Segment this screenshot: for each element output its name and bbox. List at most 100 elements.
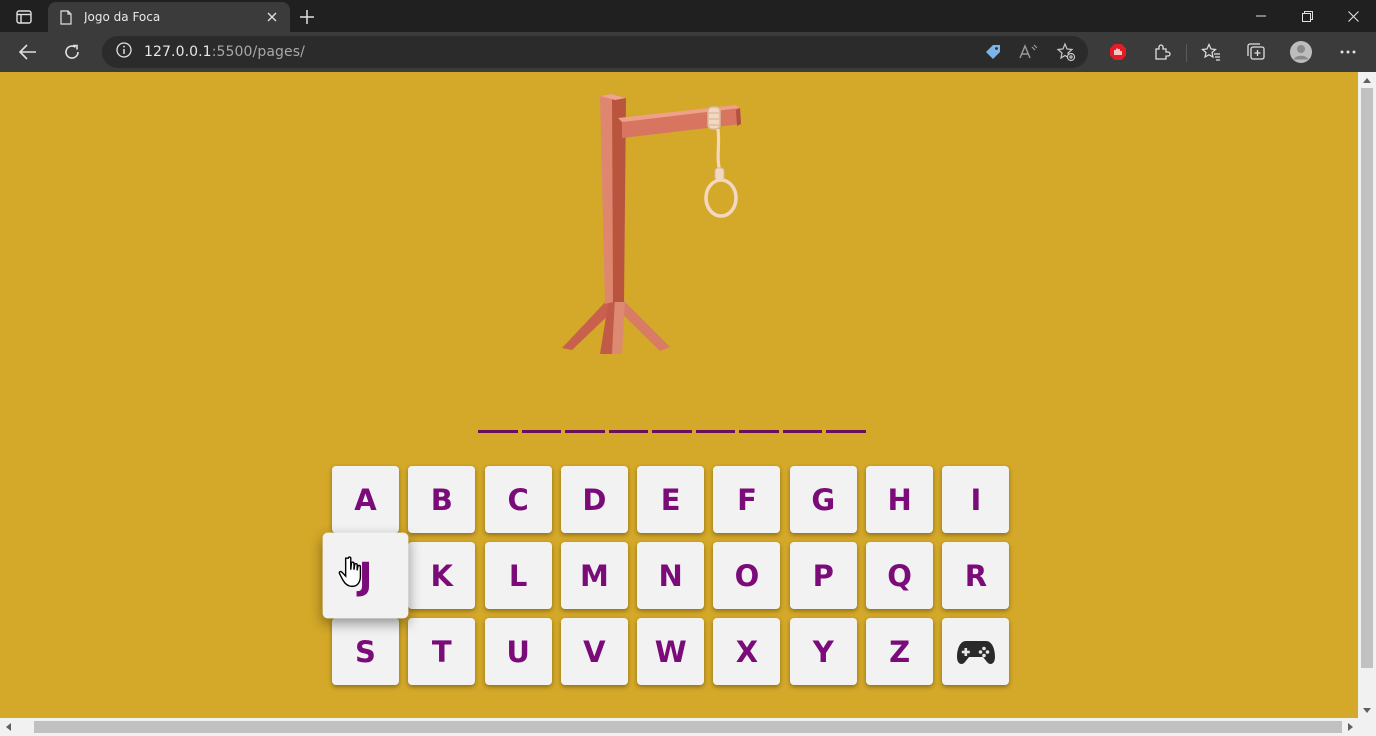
gallows-image [562,94,741,354]
key-label: R [964,558,988,593]
site-info-icon[interactable] [116,42,132,62]
favorites-icon[interactable] [1196,38,1226,66]
key-label: Z [889,634,911,669]
key-e[interactable]: E [637,466,705,533]
horizontal-scroll-thumb[interactable] [34,721,1342,733]
restore-icon[interactable] [1284,0,1330,32]
close-window-icon[interactable] [1330,0,1376,32]
key-label: F [737,482,757,517]
key-v[interactable]: V [560,618,628,685]
key-k[interactable]: K [408,542,476,609]
key-c[interactable]: C [484,466,552,533]
key-label: Q [887,558,912,593]
profile-avatar[interactable] [1286,38,1316,66]
letter-slot [695,430,735,433]
tab-actions-icon[interactable] [10,6,38,28]
key-label: A [354,482,377,517]
vertical-scrollbar[interactable] [1358,72,1376,718]
key-q[interactable]: Q [866,542,934,609]
collections-icon[interactable] [1241,38,1271,66]
gamepad-icon [956,640,995,664]
key-label: M [579,558,609,593]
key-w[interactable]: W [637,618,705,685]
key-r[interactable]: R [942,542,1010,609]
key-label: N [658,558,683,593]
browser-tab[interactable]: Jogo da Foca [48,2,290,32]
key-y[interactable]: Y [789,618,857,685]
letter-slot [739,430,779,433]
key-label: O [734,558,760,593]
key-l[interactable]: L [484,542,552,609]
key-s[interactable]: S [332,618,399,685]
key-j[interactable]: J [322,532,409,619]
key-g[interactable]: G [789,466,857,533]
key-label: G [811,482,836,517]
game-page: A B C D E F G H I JK L M N O P Q R S T U V W X Y Z [0,72,1358,718]
key-i[interactable]: I [942,466,1010,533]
new-game-button[interactable] [942,618,1010,685]
key-t[interactable]: T [408,618,476,685]
key-label: L [508,558,528,593]
extensions-icon[interactable] [1147,38,1177,66]
scroll-up-icon[interactable] [1359,72,1375,88]
horizontal-scrollbar[interactable] [0,718,1376,736]
key-o[interactable]: O [713,542,781,609]
scroll-right-icon[interactable] [1342,719,1358,735]
back-icon[interactable] [13,38,43,66]
browser-tab-strip: Jogo da Foca [0,0,1376,32]
letter-keyboard: A B C D E F G H I JK L M N O P Q R S T U V W X Y Z [322,466,1010,685]
key-label: E [660,482,681,517]
tab-title: Jogo da Foca [84,10,161,24]
key-label: U [506,634,530,669]
key-p[interactable]: P [789,542,857,609]
url-text: 127.0.0.1:5500/pages/ [144,44,305,60]
key-d[interactable]: D [560,466,628,533]
shopping-tag-icon[interactable] [978,38,1008,66]
minimize-icon[interactable] [1238,0,1284,32]
key-n[interactable]: N [637,542,705,609]
key-label: W [654,634,687,669]
key-f[interactable]: F [713,466,781,533]
letter-slot [826,430,866,433]
key-m[interactable]: M [560,542,628,609]
key-label: V [583,634,606,669]
letter-slot [565,430,605,433]
url-host: 127.0.0.1 [144,44,212,60]
close-tab-icon[interactable] [264,9,280,25]
vertical-scroll-thumb[interactable] [1361,88,1373,668]
key-label: B [430,482,453,517]
scroll-left-icon[interactable] [0,719,16,735]
scroll-down-icon[interactable] [1359,702,1375,718]
page-icon [58,9,74,25]
key-b[interactable]: B [408,466,476,533]
key-label: I [970,482,982,517]
letter-slot [608,430,648,433]
key-label: H [887,482,912,517]
hidden-word [478,430,866,433]
more-menu-icon[interactable] [1333,38,1363,66]
key-label: X [735,634,759,669]
add-favorite-icon[interactable] [1051,38,1081,66]
key-u[interactable]: U [484,618,552,685]
adblock-extension-icon[interactable] [1103,38,1133,66]
letter-slot [478,430,518,433]
letter-slot [782,430,822,433]
key-h[interactable]: H [866,466,934,533]
address-bar[interactable]: 127.0.0.1:5500/pages/ [102,36,1088,68]
refresh-icon[interactable] [57,38,87,66]
key-label: T [431,634,452,669]
key-label: S [355,634,376,669]
letter-slot [521,430,561,433]
browser-toolbar: 127.0.0.1:5500/pages/ [0,32,1376,72]
key-z[interactable]: Z [866,618,934,685]
key-label: Y [812,634,834,669]
letter-slot [652,430,692,433]
url-path: :5500/pages/ [211,44,305,60]
key-a[interactable]: A [332,466,399,533]
key-label: C [507,482,529,517]
read-aloud-icon[interactable] [1014,38,1044,66]
key-label: K [430,558,454,593]
key-x[interactable]: X [713,618,781,685]
toolbar-separator [1186,44,1187,62]
new-tab-icon[interactable] [296,6,318,28]
